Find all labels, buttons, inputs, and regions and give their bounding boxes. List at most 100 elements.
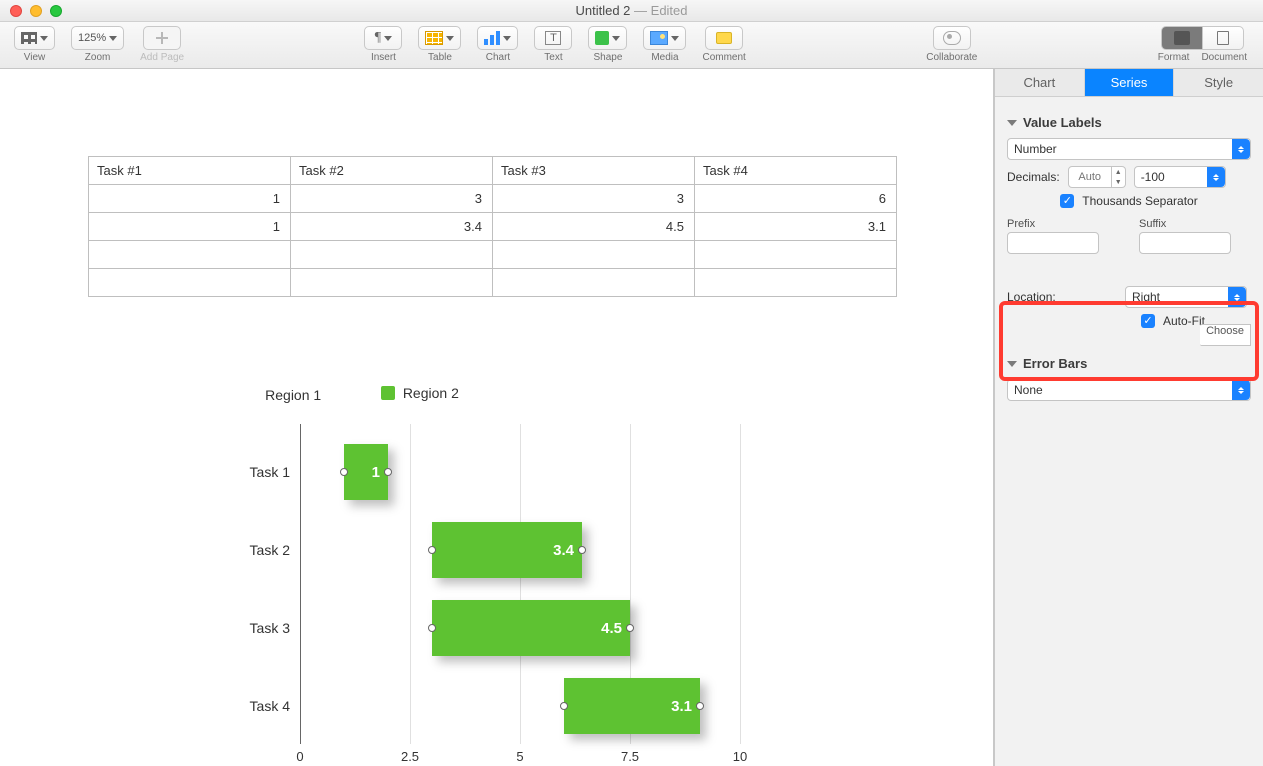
chevron-down-icon	[503, 36, 511, 41]
chart-area[interactable]: 0 2.5 5 7.5 10 Task 1 Task 2 Task 3 Task…	[240, 424, 760, 764]
legend-item-region1[interactable]: Region 1	[265, 387, 321, 403]
shape-label: Shape	[594, 52, 623, 63]
collaborate-label: Collaborate	[926, 52, 977, 63]
chevron-down-icon	[384, 36, 392, 41]
x-tick: 10	[733, 749, 747, 764]
media-button[interactable]	[643, 26, 686, 50]
chevron-down-icon	[109, 36, 117, 41]
text-icon: T	[545, 31, 561, 45]
window-title: Untitled 2 — Edited	[0, 3, 1263, 18]
document-label: Document	[1201, 52, 1247, 63]
document-canvas[interactable]: Task #1 Task #2 Task #3 Task #4 1 3 3 6 …	[0, 69, 994, 766]
chart-icon	[484, 31, 500, 45]
media-icon	[650, 31, 668, 45]
data-table[interactable]: Task #1 Task #2 Task #3 Task #4 1 3 3 6 …	[88, 156, 897, 297]
table-cell[interactable]	[291, 241, 493, 269]
chevron-down-icon	[446, 36, 454, 41]
table-cell[interactable]	[695, 269, 897, 297]
thousands-separator-checkbox[interactable]: ✓	[1060, 194, 1074, 208]
chart-button[interactable]	[477, 26, 518, 50]
zoom-window-button[interactable]	[50, 5, 62, 17]
table-label: Table	[428, 52, 452, 63]
document-icon	[1217, 31, 1229, 45]
chart-bar-task3[interactable]: 4.5	[432, 600, 630, 656]
text-button[interactable]: T	[534, 26, 572, 50]
main-toolbar: View 125% Zoom Add Page ¶ Insert Table C…	[0, 22, 1263, 69]
table-cell[interactable]	[89, 241, 291, 269]
location-select[interactable]: Right	[1125, 286, 1247, 308]
chart-label: Chart	[486, 52, 510, 63]
table-header[interactable]: Task #4	[695, 157, 897, 185]
disclosure-triangle-icon	[1007, 361, 1017, 367]
gridline	[520, 424, 521, 744]
paragraph-icon: ¶	[375, 30, 381, 46]
zoom-label: Zoom	[85, 52, 111, 63]
auto-fit-checkbox[interactable]: ✓	[1141, 314, 1155, 328]
step-down-icon[interactable]: ▼	[1112, 177, 1125, 187]
table-cell[interactable]	[493, 241, 695, 269]
table-header[interactable]: Task #3	[493, 157, 695, 185]
table-cell[interactable]: 1	[89, 213, 291, 241]
comment-label: Comment	[702, 52, 745, 63]
add-page-button[interactable]	[143, 26, 181, 50]
error-bars-select[interactable]: None	[1007, 379, 1251, 401]
table-cell[interactable]: 1	[89, 185, 291, 213]
zoom-button[interactable]: 125%	[71, 26, 124, 50]
chart-bar-task1[interactable]: 1	[344, 444, 388, 500]
format-inspector-button[interactable]	[1161, 26, 1203, 50]
zoom-value: 125%	[78, 32, 106, 44]
insert-button[interactable]: ¶	[364, 26, 402, 50]
choose-font-button[interactable]: Choose	[1200, 324, 1251, 346]
select-value: None	[1014, 383, 1043, 397]
table-header[interactable]: Task #2	[291, 157, 493, 185]
prefix-input[interactable]	[1007, 232, 1099, 254]
view-button[interactable]	[14, 26, 55, 50]
view-label: View	[24, 52, 46, 63]
chevron-down-icon	[40, 36, 48, 41]
insert-label: Insert	[371, 52, 396, 63]
location-label: Location:	[1007, 290, 1117, 304]
collaborate-button[interactable]	[933, 26, 971, 50]
table-button[interactable]	[418, 26, 461, 50]
table-cell[interactable]: 3.1	[695, 213, 897, 241]
table-cell[interactable]	[291, 269, 493, 297]
tab-style[interactable]: Style	[1174, 69, 1263, 96]
suffix-input[interactable]	[1139, 232, 1231, 254]
table-cell[interactable]: 6	[695, 185, 897, 213]
decimals-input[interactable]	[1068, 166, 1112, 188]
auto-fit-label: Auto-Fit	[1163, 314, 1205, 328]
table-cell[interactable]	[695, 241, 897, 269]
minimize-window-button[interactable]	[30, 5, 42, 17]
grid-icon	[21, 32, 37, 44]
label-format-select[interactable]: Number	[1007, 138, 1251, 160]
legend-label: Region 1	[265, 387, 321, 403]
value-labels-section[interactable]: Value Labels	[1007, 115, 1251, 130]
document-edited-status: — Edited	[634, 3, 687, 18]
decimals-stepper[interactable]: ▲▼	[1068, 166, 1126, 188]
chart-bar-task2[interactable]: 3.4	[432, 522, 582, 578]
select-caret-icon	[1232, 139, 1250, 159]
document-inspector-button[interactable]	[1202, 26, 1244, 50]
chart-bar-task4[interactable]: 3.1	[564, 678, 700, 734]
text-label: Text	[544, 52, 562, 63]
table-header[interactable]: Task #1	[89, 157, 291, 185]
table-cell[interactable]	[493, 269, 695, 297]
table-cell[interactable]: 3	[291, 185, 493, 213]
close-window-button[interactable]	[10, 5, 22, 17]
shape-button[interactable]	[588, 26, 627, 50]
table-cell[interactable]: 4.5	[493, 213, 695, 241]
table-icon	[425, 31, 443, 45]
tab-series[interactable]: Series	[1085, 69, 1175, 96]
tab-chart[interactable]: Chart	[995, 69, 1085, 96]
step-up-icon[interactable]: ▲	[1112, 167, 1125, 177]
table-cell[interactable]	[89, 269, 291, 297]
legend-item-region2[interactable]: Region 2	[381, 385, 459, 401]
add-page-label: Add Page	[140, 52, 184, 63]
legend-swatch-icon	[381, 386, 395, 400]
negative-format-select[interactable]: -100	[1134, 166, 1226, 188]
table-cell[interactable]: 3.4	[291, 213, 493, 241]
y-axis	[300, 424, 301, 744]
error-bars-section[interactable]: Error Bars	[1007, 356, 1251, 371]
comment-button[interactable]	[705, 26, 743, 50]
table-cell[interactable]: 3	[493, 185, 695, 213]
